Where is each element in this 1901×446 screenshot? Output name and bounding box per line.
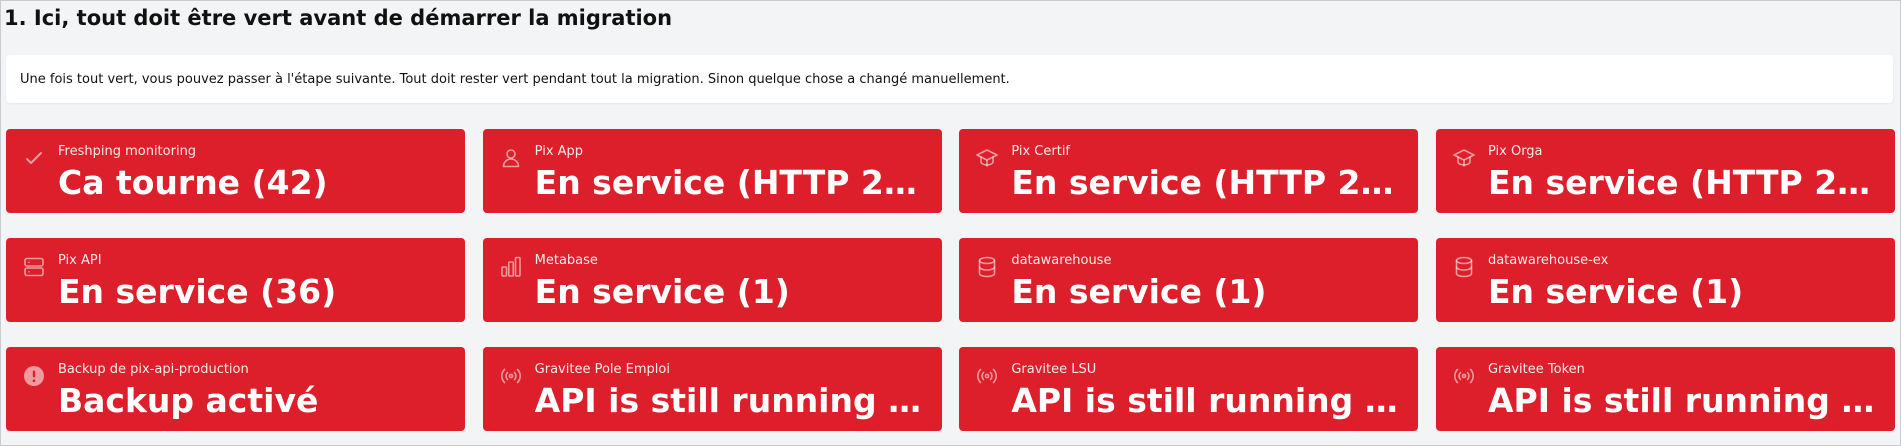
exclamation-circle-icon: [22, 364, 46, 388]
status-card-pix-orga[interactable]: Pix Orga En service (HTTP 200): [1435, 129, 1895, 213]
chart-bar-icon: [499, 255, 523, 279]
user-icon: [499, 146, 523, 170]
card-label: datawarehouse: [1011, 253, 1112, 268]
card-value: Backup activé: [58, 381, 319, 420]
card-label: Gravitee LSU: [1011, 362, 1097, 377]
status-card-pix-api[interactable]: Pix API En service (36): [6, 238, 465, 322]
card-label: Metabase: [534, 253, 598, 268]
card-value: En service (HTTP 200): [1487, 163, 1885, 202]
broadcast-icon: [1452, 364, 1476, 388]
card-label: datawarehouse-ex: [1487, 253, 1609, 268]
status-card-backup[interactable]: Backup de pix-api-production Backup acti…: [6, 347, 465, 431]
broadcast-icon: [975, 364, 999, 388]
check-icon: [22, 146, 46, 170]
database-icon: [1452, 255, 1476, 279]
card-label: Freshping monitoring: [58, 144, 197, 159]
card-label: Gravitee Pole Emploi: [534, 362, 670, 377]
card-value: API is still running (https://pix-token.…: [1487, 381, 1885, 420]
card-label: Pix App: [534, 144, 584, 159]
status-card-gravitee-lsu[interactable]: Gravitee LSU API is still running (https…: [959, 347, 1419, 431]
status-card-pix-certif[interactable]: Pix Certif En service (HTTP 200): [959, 129, 1419, 213]
server-icon: [22, 255, 46, 279]
academic-cap-icon: [1452, 146, 1476, 170]
status-card-datawarehouse[interactable]: datawarehouse En service (1): [959, 238, 1419, 322]
academic-cap-icon: [975, 146, 999, 170]
card-label: Pix API: [58, 253, 102, 268]
card-label: Pix Certif: [1011, 144, 1071, 159]
card-value: En service (HTTP 200): [1011, 163, 1409, 202]
status-card-gravitee-token[interactable]: Gravitee Token API is still running (htt…: [1435, 347, 1895, 431]
status-grid: Freshping monitoring Ca tourne (42) Pix …: [6, 129, 1895, 431]
status-card-pix-app[interactable]: Pix App En service (HTTP 200): [482, 129, 942, 213]
status-card-freshping[interactable]: Freshping monitoring Ca tourne (42): [6, 129, 465, 213]
card-value: En service (36): [58, 272, 337, 311]
info-message: Une fois tout vert, vous pouvez passer à…: [6, 55, 1893, 103]
database-icon: [975, 255, 999, 279]
card-label: Backup de pix-api-production: [58, 362, 249, 377]
info-text: Une fois tout vert, vous pouvez passer à…: [20, 71, 1010, 87]
broadcast-icon: [499, 364, 523, 388]
card-value: En service (1): [534, 272, 790, 311]
status-card-metabase[interactable]: Metabase En service (1): [482, 238, 942, 322]
page-title: 1. Ici, tout doit être vert avant de dém…: [4, 6, 673, 30]
card-value: En service (HTTP 200): [534, 163, 932, 202]
card-value: En service (1): [1487, 272, 1744, 311]
card-value: API is still running (https://pix-lsu.gr…: [1011, 381, 1408, 420]
card-value: En service (1): [1011, 272, 1267, 311]
card-value: API is still running (https://pix-poleem…: [534, 381, 932, 420]
card-label: Pix Orga: [1487, 144, 1543, 159]
status-card-datawarehouse-ex[interactable]: datawarehouse-ex En service (1): [1435, 238, 1895, 322]
status-card-gravitee-pole-emploi[interactable]: Gravitee Pole Emploi API is still runnin…: [482, 347, 942, 431]
card-value: Ca tourne (42): [58, 163, 328, 202]
card-label: Gravitee Token: [1487, 362, 1585, 377]
